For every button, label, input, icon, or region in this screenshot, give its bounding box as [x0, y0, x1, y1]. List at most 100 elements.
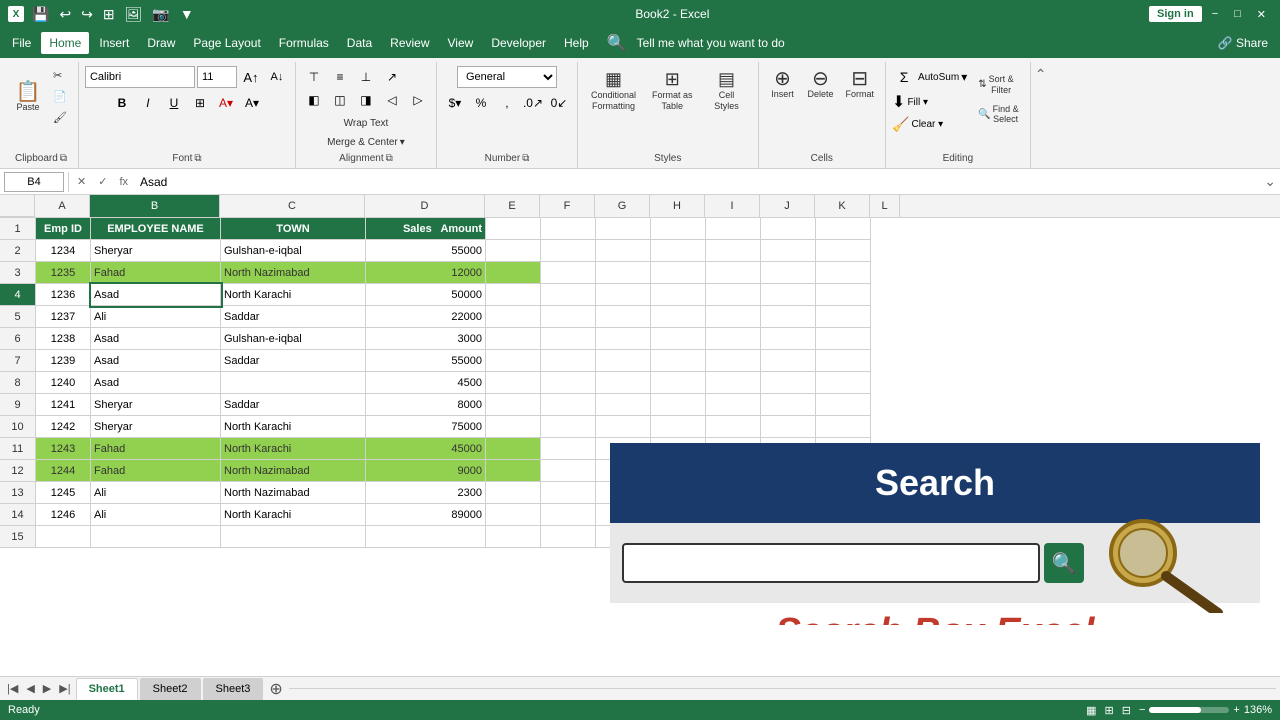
cell-2b[interactable]: Sheryar [91, 240, 221, 262]
cell-13e[interactable] [486, 482, 541, 504]
cell-7c[interactable]: Saddar [221, 350, 366, 372]
sheet-tab-2[interactable]: Sheet2 [140, 678, 201, 700]
cell-10i[interactable] [706, 416, 761, 438]
add-sheet-button[interactable]: ⊕ [265, 677, 286, 701]
row-header-14[interactable]: 14 [0, 504, 35, 526]
cell-1h[interactable] [651, 218, 706, 240]
search-go-button[interactable]: 🔍 [1044, 543, 1084, 583]
cell-9i[interactable] [706, 394, 761, 416]
view-page-break-icon[interactable]: ⊟ [1122, 704, 1131, 717]
cell-5i[interactable] [706, 306, 761, 328]
confirm-formula-icon[interactable]: ✓ [94, 175, 111, 188]
view-normal-icon[interactable]: ▦ [1086, 704, 1096, 717]
cell-3i[interactable] [706, 262, 761, 284]
cell-6d[interactable]: 3000 [366, 328, 486, 350]
cell-7j[interactable] [761, 350, 816, 372]
cell-2i[interactable] [706, 240, 761, 262]
cell-4b[interactable]: Asad [91, 284, 221, 306]
cell-10b[interactable]: Sheryar [91, 416, 221, 438]
cell-5k[interactable] [816, 306, 871, 328]
cell-styles-button[interactable]: ▤ CellStyles [702, 66, 752, 115]
cell-10h[interactable] [651, 416, 706, 438]
cell-4j[interactable] [761, 284, 816, 306]
cell-2d[interactable]: 55000 [366, 240, 486, 262]
cell-4d[interactable]: 50000 [366, 284, 486, 306]
cell-1g[interactable] [596, 218, 651, 240]
indent-increase-button[interactable]: ▷ [406, 89, 430, 111]
menu-formulas[interactable]: Formulas [271, 32, 337, 54]
paste-button[interactable]: 📋 Paste [10, 79, 46, 115]
cell-6g[interactable] [596, 328, 651, 350]
row-header-2[interactable]: 2 [0, 240, 35, 262]
number-expand-icon[interactable]: ⧉ [522, 153, 529, 164]
cell-1j[interactable] [761, 218, 816, 240]
cell-4f[interactable] [541, 284, 596, 306]
orientation-button[interactable]: ↗ [380, 66, 404, 88]
number-format-select[interactable]: General Number Currency Accounting Short… [457, 66, 557, 88]
cell-5d[interactable]: 22000 [366, 306, 486, 328]
row-header-9[interactable]: 9 [0, 394, 35, 416]
border-button[interactable]: ⊞ [188, 92, 212, 114]
italic-button[interactable]: I [136, 92, 160, 114]
row-header-15[interactable]: 15 [0, 526, 35, 548]
sort-filter-button[interactable]: ⇅ Sort &Filter [973, 71, 1023, 99]
cell-7b[interactable]: Asad [91, 350, 221, 372]
cell-5j[interactable] [761, 306, 816, 328]
cell-10g[interactable] [596, 416, 651, 438]
cell-6f[interactable] [541, 328, 596, 350]
align-right-button[interactable]: ◨ [354, 89, 378, 111]
row-header-10[interactable]: 10 [0, 416, 35, 438]
cell-4a[interactable]: 1236 [36, 284, 91, 306]
header-empname[interactable]: EMPLOYEE NAME [91, 218, 221, 240]
font-size-input[interactable] [197, 66, 237, 88]
cell-12e[interactable] [486, 460, 541, 482]
menu-file[interactable]: File [4, 32, 39, 54]
cell-9e[interactable] [486, 394, 541, 416]
cell-12d[interactable]: 9000 [366, 460, 486, 482]
cell-8g[interactable] [596, 372, 651, 394]
increase-font-size-button[interactable]: A↑ [239, 66, 263, 88]
font-name-input[interactable] [85, 66, 195, 88]
menu-draw[interactable]: Draw [139, 32, 183, 54]
cell-3c[interactable]: North Nazimabad [221, 262, 366, 284]
cell-2g[interactable] [596, 240, 651, 262]
cell-5g[interactable] [596, 306, 651, 328]
cell-7i[interactable] [706, 350, 761, 372]
alignment-expand-icon[interactable]: ⧉ [386, 153, 393, 164]
cell-8k[interactable] [816, 372, 871, 394]
share-button[interactable]: 🔗 Share [1210, 32, 1276, 54]
cell-12c[interactable]: North Nazimabad [221, 460, 366, 482]
cell-15e[interactable] [486, 526, 541, 548]
cell-1k[interactable] [816, 218, 871, 240]
cell-1e[interactable] [486, 218, 541, 240]
cell-6c[interactable]: Gulshan-e-iqbal [221, 328, 366, 350]
format-button[interactable]: ⊟ Format [841, 66, 880, 102]
cell-3f[interactable] [541, 262, 596, 284]
select-all-cell[interactable] [0, 195, 35, 217]
cell-14a[interactable]: 1246 [36, 504, 91, 526]
underline-button[interactable]: U [162, 92, 186, 114]
cell-9a[interactable]: 1241 [36, 394, 91, 416]
row-header-8[interactable]: 8 [0, 372, 35, 394]
cell-8i[interactable] [706, 372, 761, 394]
cell-7f[interactable] [541, 350, 596, 372]
cell-2a[interactable]: 1234 [36, 240, 91, 262]
cell-15f[interactable] [541, 526, 596, 548]
font-expand-icon[interactable]: ⧉ [194, 153, 201, 164]
cell-9f[interactable] [541, 394, 596, 416]
menu-review[interactable]: Review [382, 32, 437, 54]
cell-14d[interactable]: 89000 [366, 504, 486, 526]
zoom-slider[interactable] [1149, 707, 1229, 713]
merge-center-button[interactable]: Merge & Center▾ [322, 134, 410, 151]
cell-14c[interactable]: North Karachi [221, 504, 366, 526]
maximize-button[interactable]: □ [1228, 6, 1247, 22]
cell-1f[interactable] [541, 218, 596, 240]
cell-7k[interactable] [816, 350, 871, 372]
collapse-ribbon-button[interactable]: ⌃ [1031, 62, 1051, 168]
align-top-button[interactable]: ⊤ [302, 66, 326, 88]
cell-3h[interactable] [651, 262, 706, 284]
menu-developer[interactable]: Developer [483, 32, 554, 54]
cell-2h[interactable] [651, 240, 706, 262]
cell-8a[interactable]: 1240 [36, 372, 91, 394]
menu-home[interactable]: Home [41, 32, 89, 54]
